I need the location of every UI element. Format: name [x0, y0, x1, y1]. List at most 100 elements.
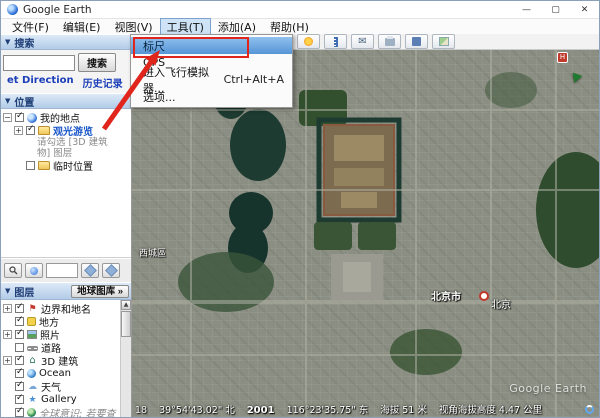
place-label[interactable]: 观光游览	[53, 123, 93, 138]
search-places-button[interactable]	[4, 263, 22, 278]
minimize-button[interactable]: —	[512, 1, 541, 18]
layer-row-places[interactable]: 地方	[1, 315, 119, 328]
diamond-icon	[84, 264, 97, 277]
search-input[interactable]	[3, 55, 75, 71]
checkbox[interactable]	[15, 317, 24, 326]
search-panel-header[interactable]: ▼ 搜索	[1, 34, 131, 50]
maximize-button[interactable]: ▢	[541, 1, 570, 18]
checkbox[interactable]	[15, 343, 24, 352]
search-panel-title: 搜索	[14, 35, 34, 50]
expander-icon[interactable]: +	[3, 304, 12, 313]
menu-item-flight-simulator[interactable]: 进入飞行模拟器... Ctrl+Alt+A	[131, 71, 292, 88]
menu-item-label: 选项...	[143, 89, 176, 105]
city-label: 北京	[491, 296, 511, 311]
layer-row-global-awareness[interactable]: 全球意识: 若要查	[1, 406, 119, 417]
status-imagery-date: 2001	[247, 405, 275, 416]
checkbox[interactable]	[15, 113, 24, 122]
scrollbar-thumb[interactable]	[121, 311, 131, 337]
checkbox[interactable]	[15, 382, 24, 391]
menu-item-options[interactable]: 选项...	[131, 88, 292, 105]
menu-item-label: 标尺	[143, 38, 165, 54]
diamond-icon	[105, 264, 118, 277]
next-item-button[interactable]	[102, 263, 120, 278]
tour-icon	[30, 267, 38, 275]
collapse-triangle-icon: ▼	[5, 287, 10, 295]
layer-label[interactable]: Ocean	[39, 368, 71, 379]
places-panel-header[interactable]: ▼ 位置	[1, 93, 131, 109]
scroll-up-icon[interactable]: ▲	[121, 300, 131, 310]
layer-label[interactable]: 全球意识: 若要查	[39, 405, 116, 417]
collapse-triangle-icon: ▼	[5, 97, 10, 105]
save-image-icon[interactable]	[405, 34, 428, 49]
checkbox[interactable]	[15, 408, 24, 417]
layer-row-3d-buildings[interactable]: + ⌂ 3D 建筑	[1, 354, 119, 367]
checkbox[interactable]	[15, 356, 24, 365]
status-latitude: 39°54'43.02" 北	[159, 402, 235, 416]
district-label: 西城區	[139, 246, 166, 259]
folder-icon	[38, 126, 50, 135]
menu-item-ruler[interactable]: 标尺	[131, 37, 292, 54]
email-icon[interactable]: ✉	[351, 34, 374, 49]
status-bar: 18 39°54'43.02" 北 2001 116°23'35.75" 东 海…	[135, 402, 579, 416]
checkbox[interactable]	[15, 304, 24, 313]
flag-icon: ⚑	[27, 304, 38, 314]
layer-row-borders[interactable]: + ⚑ 边界和地名	[1, 302, 119, 315]
checkbox[interactable]	[26, 161, 35, 170]
magnifier-icon	[9, 266, 18, 275]
print-icon[interactable]	[378, 34, 401, 49]
history-link[interactable]: 历史记录	[83, 75, 123, 90]
layers-scrollbar[interactable]: ▲ ▼	[120, 300, 131, 417]
expander-icon[interactable]: +	[3, 330, 12, 339]
place-row-temporary[interactable]: 临时位置	[1, 159, 131, 172]
status-fragment: 18	[135, 405, 147, 416]
city-full-label: 北京市	[431, 288, 461, 303]
gallery-star-icon: ★	[27, 395, 38, 405]
layers-panel-title: 图层	[14, 284, 34, 299]
road-icon	[27, 346, 38, 351]
expander-icon[interactable]: −	[3, 113, 12, 122]
status-elevation: 海拔 51 米	[380, 402, 427, 416]
photo-icon	[27, 330, 37, 339]
layers-panel-header[interactable]: ▼ 图层 地球图库 »	[1, 282, 131, 300]
google-earth-logo-icon	[7, 4, 18, 15]
layer-row-weather[interactable]: ☁ 天气	[1, 380, 119, 393]
view-in-maps-icon[interactable]	[432, 34, 455, 49]
status-eye-altitude: 视角海拔高度 4.47 公里	[439, 402, 542, 416]
get-directions-link[interactable]: et Direction	[7, 75, 74, 90]
close-button[interactable]: ✕	[570, 1, 599, 18]
places-panel-title: 位置	[14, 94, 34, 109]
google-earth-icon	[27, 113, 37, 123]
places-toolbar	[1, 258, 131, 282]
search-button[interactable]: 搜索	[78, 53, 116, 72]
places-tree: − 我的地点 + 观光游览 请勾选 [3D 建筑物] 图层 临时位置	[1, 109, 131, 258]
prev-item-button[interactable]	[81, 263, 99, 278]
sunlight-icon[interactable]	[297, 34, 320, 49]
sidebar: ▼ 搜索 搜索 et Direction 历史记录 ▼ 位置 − 我的地点 +	[1, 34, 132, 417]
expander-icon[interactable]: +	[3, 356, 12, 365]
google-earth-watermark: Google Earth	[509, 382, 587, 395]
checkbox[interactable]	[15, 369, 24, 378]
ruler-icon[interactable]	[324, 34, 347, 49]
play-tour-button[interactable]	[25, 263, 43, 278]
layer-label[interactable]: Gallery	[41, 394, 77, 405]
layers-tree: + ⚑ 边界和地名 地方 + 照片 道路	[1, 300, 131, 417]
place-note: 请勾选 [3D 建筑物] 图层	[1, 137, 119, 159]
checkbox[interactable]	[15, 330, 24, 339]
checkbox[interactable]	[26, 126, 35, 135]
checkbox[interactable]	[15, 395, 24, 404]
places-tag-icon	[27, 317, 36, 326]
building-icon: ⌂	[27, 356, 38, 366]
weather-icon: ☁	[27, 382, 38, 392]
streaming-progress-icon	[585, 405, 594, 414]
place-label[interactable]: 临时位置	[53, 158, 93, 173]
ocean-icon	[27, 369, 36, 378]
places-filter-input[interactable]	[46, 263, 78, 278]
layer-label[interactable]: 天气	[41, 379, 61, 394]
title-bar: Google Earth — ▢ ✕	[1, 1, 599, 19]
place-row-sightseeing[interactable]: + 观光游览	[1, 124, 131, 137]
earth-gallery-button[interactable]: 地球图库 »	[71, 285, 129, 298]
status-longitude: 116°23'35.75" 东	[287, 402, 369, 416]
layer-label[interactable]: 3D 建筑	[41, 353, 78, 368]
expander-icon[interactable]: +	[14, 126, 23, 135]
folder-icon	[38, 161, 50, 170]
